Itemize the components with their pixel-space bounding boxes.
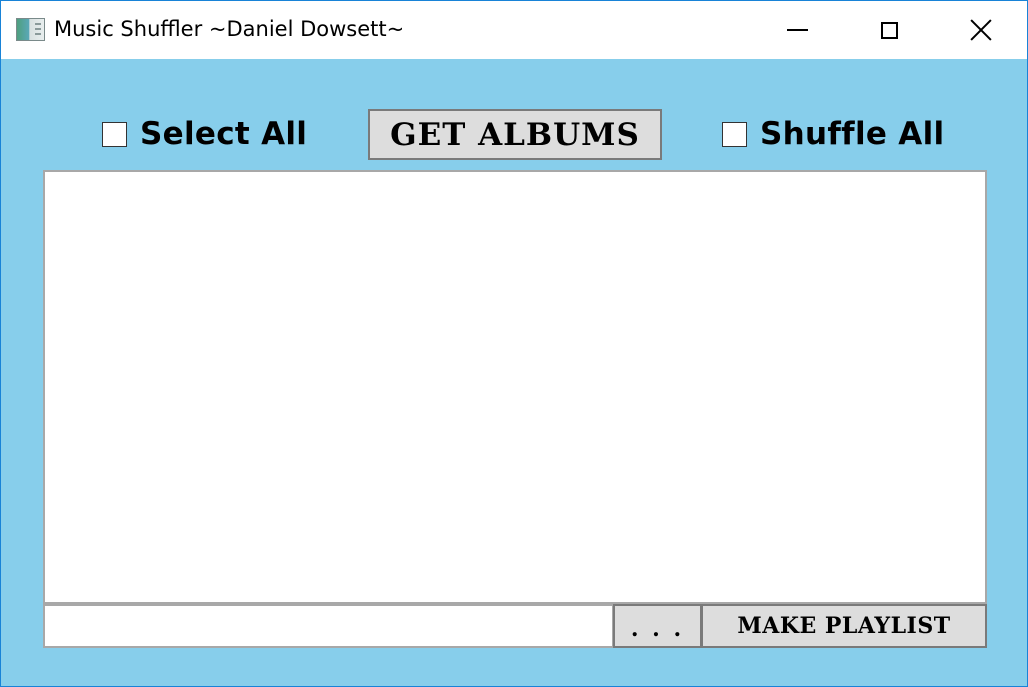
album-list[interactable] — [43, 170, 987, 604]
select-all-label[interactable]: Select All — [140, 116, 307, 152]
app-window-icon[interactable] — [16, 18, 45, 41]
maximize-icon — [880, 21, 898, 39]
title-bar[interactable]: Music Shuffler ~Daniel Dowsett~ — [1, 1, 1027, 59]
shuffle-all-checkbox[interactable]: Shuffle All — [722, 114, 944, 154]
minimize-button[interactable] — [751, 1, 843, 59]
make-playlist-button[interactable]: MAKE PLAYLIST — [701, 604, 987, 648]
shuffle-all-checkbox-box[interactable] — [722, 121, 747, 147]
folder-path-input[interactable] — [43, 604, 614, 648]
get-albums-button[interactable]: GET ALBUMS — [368, 109, 662, 160]
minimize-icon — [786, 29, 808, 31]
select-all-checkbox-box[interactable] — [102, 121, 127, 147]
app-window: Music Shuffler ~Daniel Dowsett~ Select A… — [0, 0, 1028, 687]
close-icon — [970, 19, 992, 41]
close-button[interactable] — [935, 1, 1027, 59]
shuffle-all-label[interactable]: Shuffle All — [760, 116, 944, 152]
maximize-button[interactable] — [843, 1, 935, 59]
browse-button[interactable]: . . . — [613, 604, 702, 648]
window-title: Music Shuffler ~Daniel Dowsett~ — [54, 17, 405, 41]
select-all-checkbox[interactable]: Select All — [102, 114, 307, 154]
